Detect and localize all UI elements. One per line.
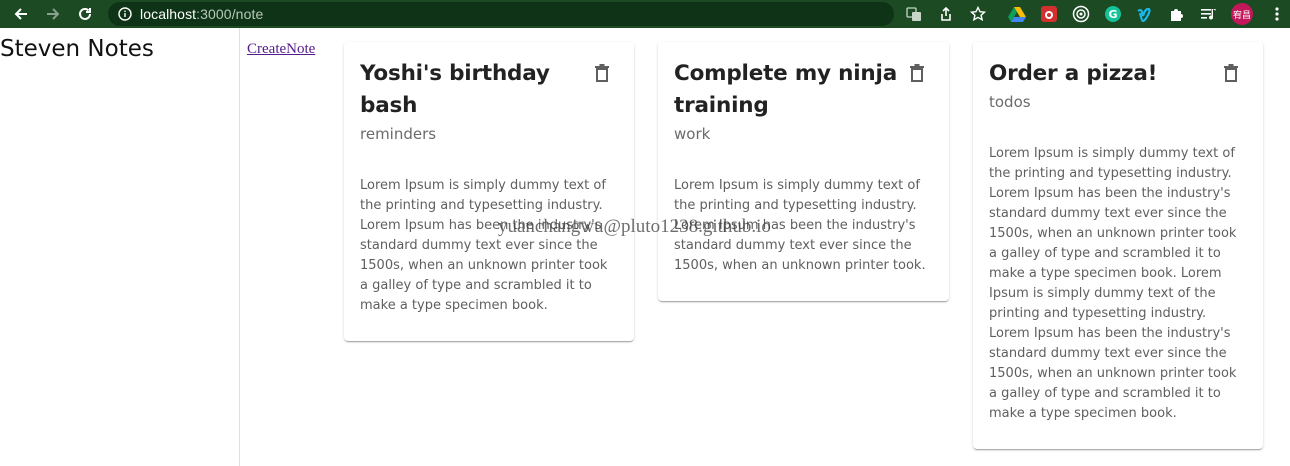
- trash-icon: [910, 64, 924, 82]
- bookmark-star-icon[interactable]: [968, 4, 988, 24]
- forward-button[interactable]: [40, 0, 66, 28]
- reload-button[interactable]: [72, 0, 98, 28]
- translate-icon[interactable]: [904, 4, 924, 24]
- target-extension-icon[interactable]: [1071, 4, 1091, 24]
- vimeo-icon[interactable]: [1135, 4, 1155, 24]
- share-icon[interactable]: [936, 4, 956, 24]
- extensions-area: G 宥昌: [1007, 0, 1290, 28]
- url-path: :3000/note: [196, 6, 264, 22]
- note-category: todos: [989, 93, 1031, 111]
- note-card: Order a pizza! todos Lorem Ipsum is simp…: [973, 42, 1263, 449]
- trash-icon: [1224, 64, 1238, 82]
- omnibox-actions: [904, 0, 1000, 28]
- delete-note-button[interactable]: [592, 62, 612, 84]
- note-details: Lorem Ipsum is simply dummy text of the …: [674, 178, 926, 273]
- note-title: Order a pizza!: [989, 61, 1158, 86]
- url-text: localhost:3000/note: [140, 6, 263, 22]
- sidebar: Steven Notes: [0, 28, 240, 466]
- note-details: Lorem Ipsum is simply dummy text of the …: [989, 146, 1237, 421]
- address-bar[interactable]: localhost:3000/note: [108, 2, 894, 26]
- media-control-icon[interactable]: [1199, 4, 1219, 24]
- back-arrow-icon: [14, 8, 27, 20]
- note-title: Complete my ninja training: [674, 61, 898, 118]
- note-card: Complete my ninja training work Lorem Ip…: [658, 42, 949, 301]
- note-category: work: [674, 125, 711, 143]
- reload-icon: [79, 7, 91, 20]
- note-card: Yoshi's birthday bash reminders Lorem Ip…: [344, 42, 634, 341]
- url-host: localhost: [140, 6, 197, 22]
- red-extension-icon[interactable]: [1039, 4, 1059, 24]
- delete-note-button[interactable]: [1221, 62, 1241, 84]
- create-note-link[interactable]: CreateNote: [247, 41, 315, 58]
- note-title: Yoshi's birthday bash: [360, 61, 550, 118]
- delete-note-button[interactable]: [907, 62, 927, 84]
- extensions-puzzle-icon[interactable]: [1167, 4, 1187, 24]
- trash-icon: [595, 64, 609, 82]
- more-menu-icon[interactable]: [1267, 4, 1287, 24]
- note-details: Lorem Ipsum is simply dummy text of the …: [360, 178, 608, 313]
- svg-text:G: G: [1108, 8, 1117, 21]
- grammarly-icon[interactable]: G: [1103, 4, 1123, 24]
- note-category: reminders: [360, 125, 437, 143]
- profile-avatar[interactable]: 宥昌: [1231, 3, 1253, 25]
- back-button[interactable]: [8, 0, 34, 28]
- forward-arrow-icon: [47, 8, 60, 20]
- app-title: Steven Notes: [0, 36, 154, 62]
- site-info-icon[interactable]: [118, 7, 132, 21]
- google-drive-icon[interactable]: [1007, 4, 1027, 24]
